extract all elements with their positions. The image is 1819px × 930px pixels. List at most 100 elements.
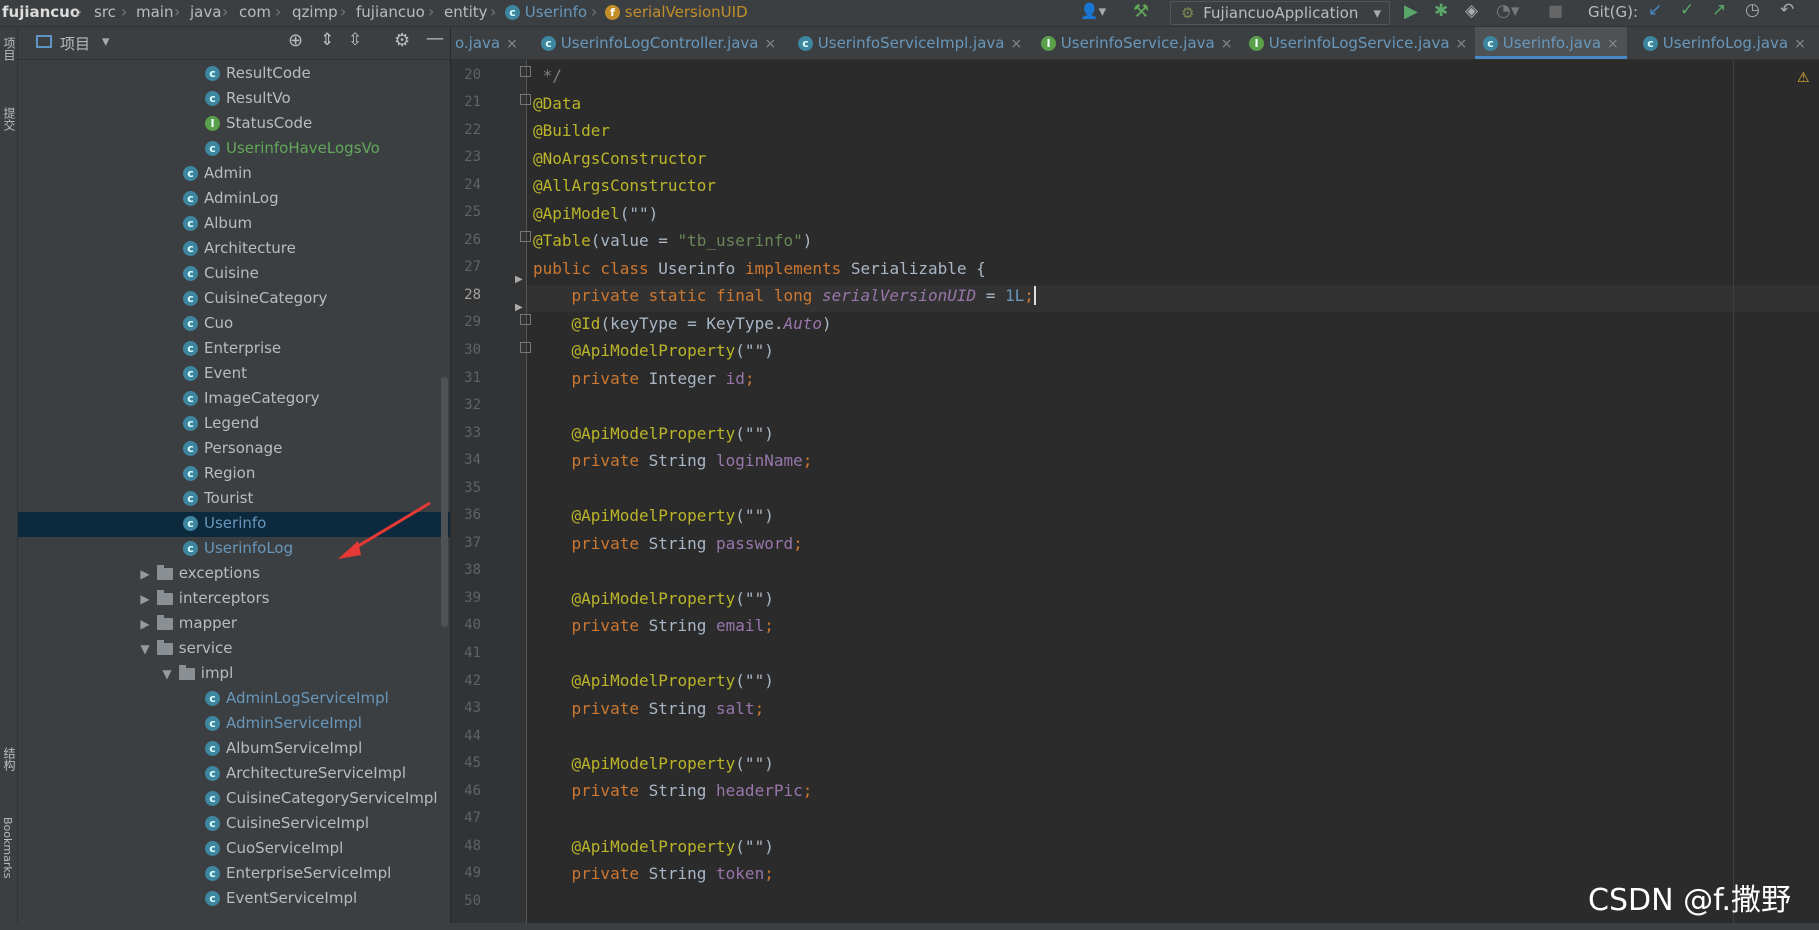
chevron-right-icon[interactable]: ▶ (138, 612, 152, 637)
breadcrumb-project[interactable]: fujiancuo (2, 3, 80, 21)
structure-tool-button[interactable]: 结构 (1, 747, 18, 771)
tree-item[interactable]: c CuisineServiceImpl (205, 811, 369, 836)
tree-item[interactable]: c CuisineCategoryServiceImpl (205, 786, 438, 811)
tree-item[interactable]: c Legend (183, 411, 259, 436)
run-configuration-select[interactable]: ⚙ FujiancuoApplication ▾ (1170, 1, 1390, 25)
chevron-down-icon[interactable]: ▼ (138, 637, 152, 662)
close-icon[interactable]: × (1794, 36, 1806, 52)
tree-item[interactable]: c CuisineCategory (183, 286, 327, 311)
tree-item[interactable]: c EventServiceImpl (205, 886, 357, 911)
coverage-icon[interactable]: ◈ (1465, 1, 1478, 21)
fold-marker-icon[interactable] (520, 231, 531, 242)
vertical-scrollbar[interactable] (441, 377, 448, 627)
close-icon[interactable]: × (1010, 36, 1022, 52)
tree-item[interactable]: c Enterprise (183, 336, 281, 361)
tree-item[interactable]: c UserinfoHaveLogsVo (205, 136, 380, 161)
expand-all-icon[interactable]: ⇕ (320, 30, 334, 50)
tree-item[interactable]: c AlbumServiceImpl (205, 736, 362, 761)
close-icon[interactable]: × (1607, 36, 1619, 52)
tab-userinfo-active[interactable]: c Userinfo.java × (1475, 27, 1627, 59)
project-panel-title[interactable]: 项目 (60, 33, 90, 54)
close-icon[interactable]: × (1456, 36, 1468, 52)
tab-userinfologservice[interactable]: I UserinfoLogService.java × (1249, 27, 1467, 59)
tab-userinfologcontroller[interactable]: c UserinfoLogController.java × (541, 27, 776, 59)
history-icon[interactable]: ◷ (1745, 0, 1760, 20)
chevron-right-icon[interactable]: ▶ (138, 587, 152, 612)
tab-userinfolog[interactable]: c UserinfoLog.java × (1643, 27, 1806, 59)
fold-marker-icon[interactable] (520, 342, 531, 353)
class-icon: c (205, 866, 220, 881)
breadcrumb-serialversionuid[interactable]: f serialVersionUID (605, 3, 748, 21)
tree-item[interactable]: c EnterpriseServiceImpl (205, 861, 391, 886)
fold-marker-icon[interactable] (520, 314, 531, 325)
project-tool-button[interactable]: 项目 (1, 37, 18, 61)
commit-tool-button[interactable]: 提交 (1, 107, 18, 131)
tree-item[interactable]: I StatusCode (205, 111, 312, 136)
tree-item[interactable]: c Album (183, 211, 252, 236)
tree-item[interactable]: c Cuisine (183, 261, 259, 286)
tree-item[interactable]: c Tourist (183, 486, 253, 511)
gear-icon[interactable]: ⚙ (394, 30, 410, 51)
gutter-run-icon[interactable]: ▶ (515, 274, 523, 285)
tree-item[interactable]: c UserinfoLog (183, 536, 293, 561)
tree-item[interactable]: c Architecture (183, 236, 296, 261)
git-push-icon[interactable]: ↗ (1712, 0, 1726, 20)
tree-item[interactable]: c Region (183, 461, 255, 486)
tree-item[interactable]: c AdminLog (183, 186, 279, 211)
tree-item[interactable]: c CuoServiceImpl (205, 836, 343, 861)
tab-o-java[interactable]: o.java × (455, 27, 518, 59)
close-icon[interactable]: × (506, 36, 518, 52)
tree-folder[interactable]: ▶ exceptions (138, 561, 260, 586)
tree-item[interactable]: c ImageCategory (183, 386, 320, 411)
chevron-down-icon[interactable]: ▼ (160, 662, 174, 687)
collapse-all-icon[interactable]: ⇳ (348, 30, 362, 50)
locate-file-icon[interactable]: ⊕ (288, 30, 303, 51)
rollback-icon[interactable]: ↶ (1780, 0, 1794, 20)
git-update-icon[interactable]: ↙ (1648, 0, 1662, 20)
run-icon[interactable]: ▶ (1404, 1, 1418, 22)
tab-userinfoserviceimpl[interactable]: c UserinfoServiceImpl.java × (798, 27, 1022, 59)
chevron-down-icon[interactable]: ▾ (102, 32, 110, 50)
breadcrumb-fujiancuo[interactable]: fujiancuo (356, 3, 425, 21)
tree-folder[interactable]: ▶ mapper (138, 611, 237, 636)
tree-folder[interactable]: ▶ interceptors (138, 586, 269, 611)
horizontal-scrollbar[interactable] (0, 923, 1819, 930)
tree-item[interactable]: c ResultCode (205, 61, 311, 86)
close-icon[interactable]: × (765, 36, 777, 52)
tree-item[interactable]: c Personage (183, 436, 282, 461)
close-icon[interactable]: × (1221, 36, 1233, 52)
gutter-run-icon[interactable]: ▶ (515, 302, 523, 313)
build-hammer-icon[interactable]: ⚒ (1133, 1, 1149, 22)
tree-item[interactable]: c Event (183, 361, 247, 386)
user-icon[interactable]: 👤▾ (1080, 2, 1106, 20)
breadcrumb-main[interactable]: main (136, 3, 173, 21)
fold-marker-icon[interactable] (520, 66, 531, 77)
breadcrumb-src[interactable]: src (94, 3, 116, 21)
class-icon: c (205, 791, 220, 806)
stop-icon[interactable]: ■ (1548, 1, 1563, 20)
tree-item[interactable]: c AdminServiceImpl (205, 711, 362, 736)
minimize-icon[interactable]: — (426, 28, 444, 49)
debug-icon[interactable]: ✱ (1434, 1, 1448, 21)
profile-icon[interactable]: ◔▾ (1496, 1, 1519, 21)
chevron-right-icon[interactable]: ▶ (138, 562, 152, 587)
tree-folder[interactable]: ▼ impl (160, 661, 233, 686)
tree-item-selected[interactable]: c Userinfo (183, 511, 266, 536)
bookmarks-tool-button[interactable]: Bookmarks (1, 817, 14, 878)
tree-item[interactable]: c Cuo (183, 311, 233, 336)
tree-folder[interactable]: ▼ service (138, 636, 232, 662)
breadcrumb-java[interactable]: java (190, 3, 221, 21)
code-text: (keyType = KeyType. (600, 314, 784, 333)
tree-item[interactable]: c AdminLogServiceImpl (205, 686, 389, 711)
breadcrumb-entity[interactable]: entity (444, 3, 488, 21)
tree-item[interactable]: c Admin (183, 161, 252, 186)
fold-marker-icon[interactable] (520, 94, 531, 105)
tree-item[interactable]: c ResultVo (205, 86, 291, 111)
git-commit-icon[interactable]: ✓ (1680, 0, 1694, 20)
tree-item[interactable]: c ArchitectureServiceImpl (205, 761, 406, 786)
breadcrumb-userinfo[interactable]: c Userinfo (505, 3, 587, 21)
warning-icon[interactable]: ⚠ (1797, 70, 1810, 86)
breadcrumb-qzimp[interactable]: qzimp (292, 3, 338, 21)
tab-userinfoservice[interactable]: I UserinfoService.java × (1041, 27, 1232, 59)
breadcrumb-com[interactable]: com (239, 3, 271, 21)
